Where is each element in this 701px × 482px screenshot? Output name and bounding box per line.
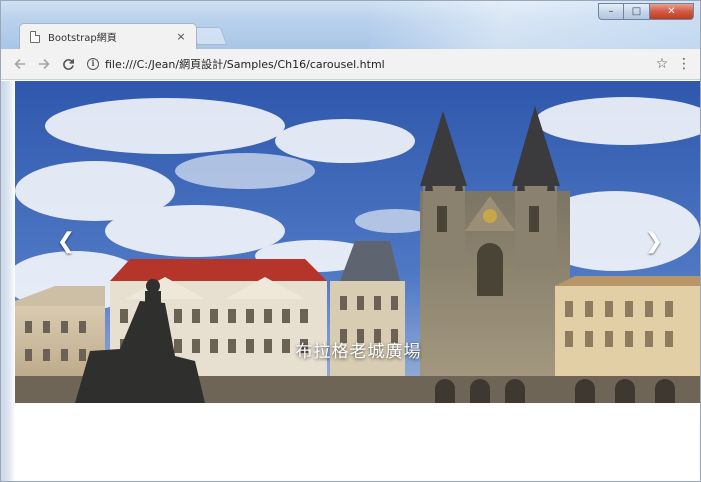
carousel: 布拉格老城廣場 ❮ ❯ [15,81,700,403]
page-blank-area [15,403,700,481]
tab-title: Bootstrap網頁 [48,33,117,44]
url-text[interactable]: file:///C:/Jean/網頁設計/Samples/Ch16/carous… [105,56,385,72]
page-viewport: 布拉格老城廣場 ❮ ❯ [15,81,700,481]
reload-icon [62,58,74,70]
tab-close-button[interactable]: × [174,30,188,43]
star-icon[interactable]: ☆ [652,56,672,72]
document-icon [30,30,40,43]
arrow-left-icon [14,58,25,70]
browser-toolbar: i file:///C:/Jean/網頁設計/Samples/Ch16/caro… [1,49,700,80]
address-bar[interactable]: i file:///C:/Jean/網頁設計/Samples/Ch16/caro… [85,53,648,75]
info-icon[interactable]: i [87,58,99,70]
maximize-button[interactable]: □ [624,3,650,20]
close-window-button[interactable]: ✕ [650,3,694,20]
back-button[interactable] [9,53,31,75]
chevron-left-icon: ❮ [56,229,76,254]
browser-tab[interactable]: Bootstrap網頁 × [19,23,197,49]
carousel-next-button[interactable]: ❯ [634,227,674,257]
window-controls: – □ ✕ [598,3,694,20]
chevron-right-icon: ❯ [644,229,664,254]
forward-button[interactable] [33,53,55,75]
browser-window: – □ ✕ Bootstrap網頁 × i file:///C:/Jean/網頁… [0,0,701,482]
window-left-edge [1,81,15,481]
kebab-menu-icon[interactable]: ⋮ [676,56,692,72]
reload-button[interactable] [57,53,79,75]
carousel-caption: 布拉格老城廣場 [295,342,422,362]
minimize-button[interactable]: – [598,3,624,20]
arrow-right-icon [39,58,50,70]
carousel-prev-button[interactable]: ❮ [46,227,86,257]
